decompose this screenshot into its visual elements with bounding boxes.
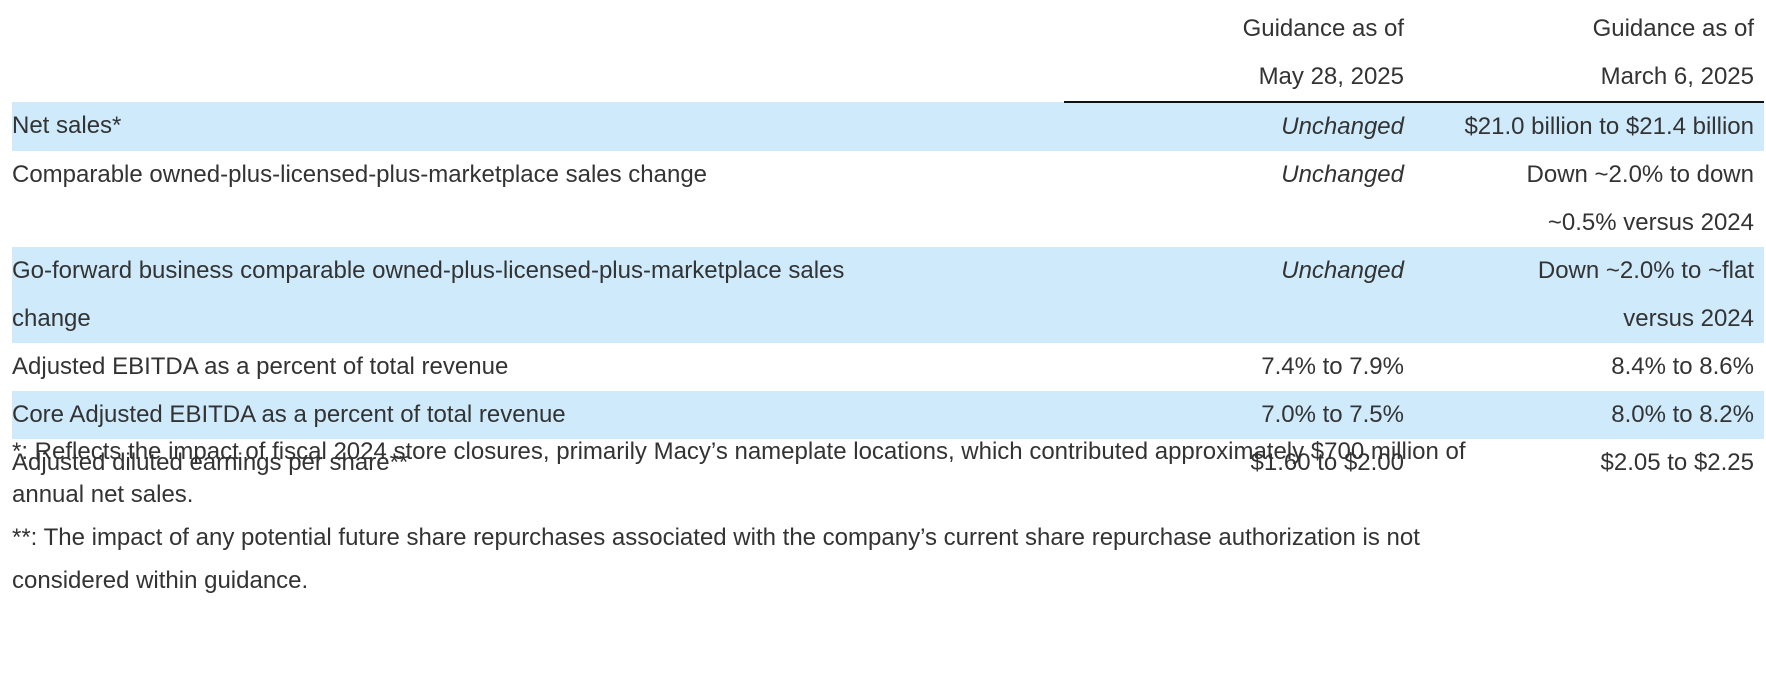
footnotes: *: Reflects the impact of fiscal 2024 st… [12, 430, 1752, 602]
column-header-may-line2: May 28, 2025 [1064, 53, 1414, 103]
header-blank-cell [12, 53, 1064, 102]
footnote-1-line2: annual net sales. [12, 481, 194, 508]
header-blank-cell [12, 5, 1064, 53]
footnote-2-line2: considered within guidance. [12, 567, 309, 594]
table-row: Go-forward business comparable owned-plu… [12, 247, 1764, 295]
table-row: Net sales* Unchanged $21.0 billion to $2… [12, 102, 1764, 151]
column-header-march-line2: March 6, 2025 [1414, 53, 1764, 103]
footnote-1-line1: *: Reflects the impact of fiscal 2024 st… [12, 438, 1466, 465]
row-value-may: Unchanged [1064, 247, 1414, 295]
footnote-2-line1: **: The impact of any potential future s… [12, 524, 1420, 551]
row-label-go-forward-continuation: change [12, 295, 1064, 343]
column-header-march-line1: Guidance as of [1592, 15, 1754, 42]
row-label-empty [12, 199, 1064, 247]
row-value-march: Down ~2.0% to down [1526, 161, 1754, 188]
row-label-go-forward: Go-forward business comparable owned-plu… [12, 247, 1064, 295]
guidance-table: Guidance as of Guidance as of May 28, 20… [12, 5, 1764, 487]
table-row: Comparable owned-plus-licensed-plus-mark… [12, 151, 1764, 199]
row-value-may: Unchanged [1064, 102, 1414, 151]
row-value-march: Down ~2.0% to ~flat [1414, 247, 1764, 295]
row-value-may: 7.4% to 7.9% [1261, 353, 1404, 380]
row-value-march-continuation: versus 2024 [1414, 295, 1764, 343]
table-row-continuation: change versus 2024 [12, 295, 1764, 343]
table-row-continuation: ~0.5% versus 2024 [12, 199, 1764, 247]
row-value-march: 8.4% to 8.6% [1611, 353, 1754, 380]
row-label-net-sales: Net sales* [12, 102, 1064, 151]
row-value-march-continuation: ~0.5% versus 2024 [1547, 209, 1754, 236]
row-label-comparable-sales: Comparable owned-plus-licensed-plus-mark… [12, 161, 708, 188]
row-label-adjusted-ebitda: Adjusted EBITDA as a percent of total re… [12, 353, 509, 380]
row-value-march: $21.0 billion to $21.4 billion [1414, 102, 1764, 151]
table-row: Adjusted EBITDA as a percent of total re… [12, 343, 1764, 391]
row-value-empty [1064, 199, 1414, 247]
table-header-row: May 28, 2025 March 6, 2025 [12, 53, 1764, 103]
row-value-may: Unchanged [1281, 161, 1404, 188]
table-header-row: Guidance as of Guidance as of [12, 5, 1764, 53]
guidance-page: Guidance as of Guidance as of May 28, 20… [0, 0, 1766, 688]
column-header-may-line1: Guidance as of [1242, 15, 1404, 42]
row-value-empty [1064, 295, 1414, 343]
